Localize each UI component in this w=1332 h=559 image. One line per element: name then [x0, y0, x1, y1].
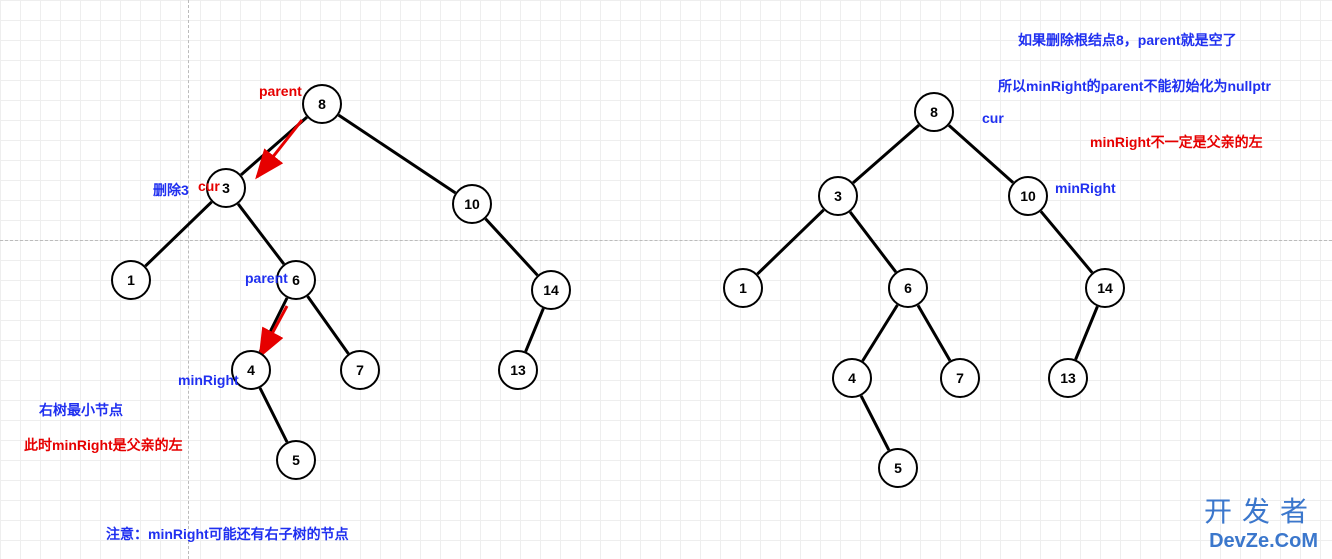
- tree-node: 8: [302, 84, 342, 124]
- tree-node: 6: [888, 268, 928, 308]
- tree-node: 13: [498, 350, 538, 390]
- top-note-1: 如果删除根结点8，parent就是空了: [1018, 30, 1237, 50]
- tree-node: 14: [1085, 268, 1125, 308]
- statement-left: 此时minRight是父亲的左: [24, 435, 183, 455]
- note-left: 注意：minRight可能还有右子树的节点: [106, 524, 349, 544]
- horizontal-axis: [0, 240, 1332, 241]
- minright-label-right: minRight: [1055, 180, 1116, 196]
- vertical-axis: [188, 0, 189, 559]
- tree-node: 10: [452, 184, 492, 224]
- tree-node: 4: [832, 358, 872, 398]
- delete3-label: 删除3: [153, 180, 189, 200]
- minright-label: minRight: [178, 372, 239, 388]
- watermark-en: DevZe.CoM: [1204, 530, 1318, 553]
- tree-node: 1: [111, 260, 151, 300]
- cur-label-right: cur: [982, 110, 1004, 126]
- tree-node: 5: [276, 440, 316, 480]
- tree-node: 13: [1048, 358, 1088, 398]
- tree-node: 5: [878, 448, 918, 488]
- parent-label-mid: parent: [245, 270, 288, 286]
- tree-node: 7: [340, 350, 380, 390]
- tree-node: 1: [723, 268, 763, 308]
- watermark-cn: 开发者: [1204, 490, 1318, 530]
- cur-label: cur: [198, 178, 220, 194]
- right-minimum-label: 右树最小节点: [39, 400, 123, 420]
- tree-node: 8: [914, 92, 954, 132]
- tree-node: 3: [818, 176, 858, 216]
- parent-label-top: parent: [259, 83, 302, 99]
- tree-node: 10: [1008, 176, 1048, 216]
- statement-right: minRight不一定是父亲的左: [1090, 132, 1263, 152]
- tree-node: 14: [531, 270, 571, 310]
- tree-node: 7: [940, 358, 980, 398]
- watermark: 开发者 DevZe.CoM: [1204, 490, 1318, 553]
- top-note-2: 所以minRight的parent不能初始化为nullptr: [998, 76, 1271, 96]
